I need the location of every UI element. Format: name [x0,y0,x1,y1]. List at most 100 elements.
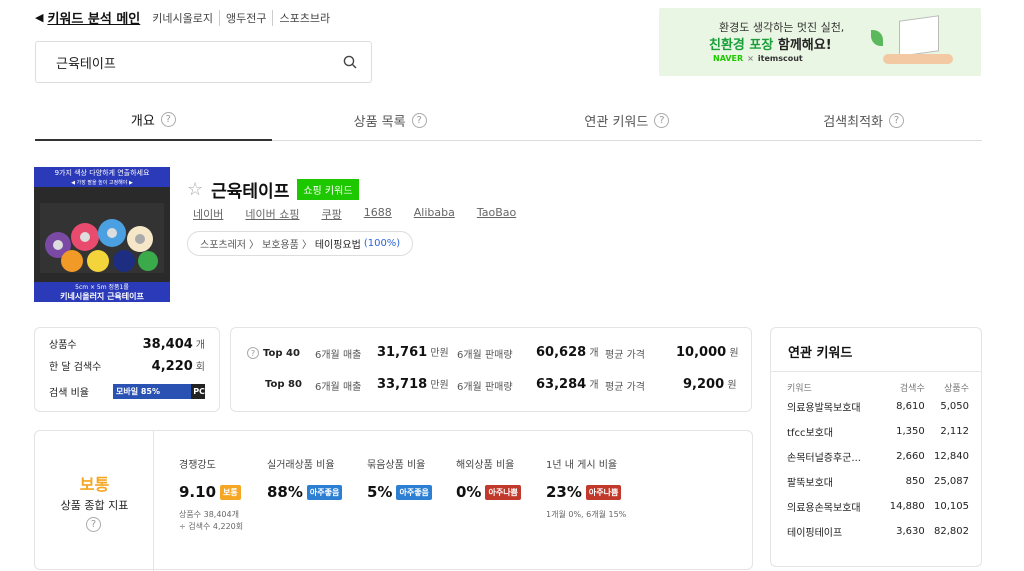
product-cell: 12,840 [934,451,969,462]
keyword-analysis-main-link[interactable]: 키워드 분석 메인 [47,8,140,27]
keyword-cell[interactable]: 손목터널증후군... [787,444,880,469]
table-row[interactable]: 팔뚝보호대 850 25,087 [787,469,969,494]
search-count-value: 4,220 [151,359,193,374]
help-icon[interactable]: ? [160,112,176,127]
chevron-right-icon: 〉 [301,240,312,251]
help-icon[interactable]: ? [654,112,670,128]
metric-bundle: 묶음상품 비율 5% 아주좋음 [367,456,432,501]
category-3: 테이핑요법 [314,240,361,251]
product-cell: 25,087 [934,476,969,487]
tab-label: 개요 [130,114,155,129]
table-row[interactable]: 의료용손목보호대 14,880 10,105 [787,494,969,519]
search-count-label: 한 달 검색수 [49,362,102,373]
table-row[interactable]: 의료용발목보호대 8,610 5,050 [787,394,969,419]
top40-sales-number: 31,761 [377,345,428,360]
product-image-bottom-text-2: 키네시올러지 근육테이프 [60,292,144,301]
link-1688[interactable]: 1688 [364,206,392,222]
keyword-cell[interactable]: 팔뚝보호대 [787,469,880,494]
metric-overseas: 해외상품 비율 0% 아주나쁨 [456,456,521,501]
help-icon[interactable]: ? [86,517,101,532]
help-icon[interactable]: ? [889,112,905,128]
col-product-count: 상품수 [944,383,969,394]
product-image-top-banner: 9가지 색상 다양하게 연출하세요 ◀ 가장 팔을 높이 고정해야 ▶ [34,167,170,187]
top40-sales-value: 31,761 만원 [377,344,449,360]
mobile-ratio: 모바일 85% [113,383,192,399]
product-image[interactable]: 9가지 색상 다양하게 연출하세요 ◀ 가장 팔을 높이 고정해야 ▶ 5cm … [34,167,170,302]
link-alibaba[interactable]: Alibaba [414,206,455,222]
metric-badge: 아주좋음 [396,484,432,500]
search-icon[interactable] [343,55,357,69]
product-image-bottom-banner: 5cm × 5m 정품1롤 키네시올러지 근육테이프 [34,282,170,302]
recent-keyword-link[interactable]: 앵두전구 [218,9,272,26]
keyword-stats-card: 상품수 38,404 개 한 달 검색수 4,220 회 검색 비율 모바일 85%… [34,327,220,412]
top80-row: Top 80 [265,379,302,390]
top80-sales: 6개월 매출 [315,378,361,393]
tab-overview[interactable]: 개요? [35,100,272,141]
table-row[interactable]: tfcc보호대 1,350 2,112 [787,419,969,444]
tab-seo[interactable]: 검색최적화? [745,100,982,140]
table-row[interactable]: 손목터널증후군... 2,660 12,840 [787,444,969,469]
metric-value-row: 88% 아주좋음 [267,483,343,501]
metric-label: 해외상품 비율 [456,460,515,471]
chevron-right-icon: 〉 [249,240,259,251]
related-keywords-panel: 연관 키워드 키워드 검색수 상품수 의료용발목보호대 8,610 5,050 tf… [770,327,982,567]
marketplace-links: 네이버 네이버 쇼핑 쿠팡 1688 Alibaba TaoBao [193,206,516,222]
metric-value-row: 5% 아주좋음 [367,483,432,501]
link-taobao[interactable]: TaoBao [477,206,516,222]
metric-badge: 아주나쁨 [585,484,622,500]
metric-value-row: 23% 아주나쁨 [546,483,626,501]
product-count-value: 38,404 [142,337,193,352]
keyword-cell[interactable]: tfcc보호대 [787,419,880,444]
top40-qty-value: 60,628 개 [536,344,599,360]
sales-label: 6개월 매출 [315,350,362,361]
unit: 원 [727,380,737,391]
top-sales-card: ? Top 40 Top 80 6개월 매출 31,761 만원 6개월 판매량… [230,327,752,412]
naver-logo: NAVER [713,54,744,63]
search-input[interactable]: 근육테이프 [35,41,372,83]
col-keyword: 키워드 [787,383,812,394]
metric-value: 5% [367,483,393,501]
table-row[interactable]: 테이핑테이프 3,630 82,802 [787,519,969,544]
breadcrumb: ◀ 키워드 분석 메인 키네시올로지 앵두전구 스포츠브라 [35,8,336,27]
back-arrow-icon[interactable]: ◀ [35,11,43,24]
metric-real-trade: 실거래상품 비율 88% 아주좋음 [267,456,343,501]
pc-ratio: PC 15% [191,383,212,411]
product-image-top-text-1: 9가지 색상 다양하게 연출하세요 [54,169,150,177]
top40-sales: 6개월 매출 [315,346,361,361]
top40-label: Top 40 [263,347,300,359]
search-ratio-bar: 모바일 85% PC 15% [113,383,212,411]
search-cell: 2,660 [896,451,925,462]
metric-note-line1: 상품수 38,404개 [179,510,239,519]
help-icon[interactable]: ? [247,347,259,359]
metric-value: 88% [267,483,303,501]
recent-keyword-link[interactable]: 스포츠브라 [272,9,336,26]
product-image-bottom-text-1: 5cm × 5m 정품1롤 [75,284,129,291]
product-count-label: 상품수 [49,340,77,351]
tab-related-keywords[interactable]: 연관 키워드? [509,100,746,140]
top80-price-value: 9,200 원 [683,376,737,392]
star-icon[interactable]: ☆ [187,179,203,200]
product-count-unit: 개 [195,340,205,351]
tab-product-list[interactable]: 상품 목록? [272,100,509,140]
search-ratio-row: 검색 비율 모바일 85% PC 15% [49,380,212,411]
link-coupang[interactable]: 쿠팡 [321,206,341,222]
top40-qty: 6개월 판매량 [457,346,513,361]
overall-grade: 보통 상품 종합 지표 ? [35,431,154,571]
col-search-count: 검색수 [899,383,925,394]
keyword-cell[interactable]: 테이핑테이프 [787,519,880,544]
product-image-top-text-2: ◀ 가장 팔을 높이 고정해야 ▶ [71,180,133,186]
keyword-cell[interactable]: 의료용손목보호대 [787,494,880,519]
qty-label: 6개월 판매량 [457,382,513,393]
related-keywords-title: 연관 키워드 [788,346,853,361]
help-icon[interactable]: ? [411,112,427,128]
metric-badge: 아주좋음 [306,484,343,500]
keyword-cell[interactable]: 의료용발목보호대 [787,394,880,419]
eco-packaging-banner[interactable]: 환경도 생각하는 멋진 실천, 친환경 포장 함께해요! NAVER × ite… [659,8,981,76]
unit: 만원 [430,380,449,391]
link-naver[interactable]: 네이버 [193,206,223,222]
metric-label: 경쟁강도 [179,460,216,471]
recent-keyword-link[interactable]: 키네시올로지 [152,10,219,26]
product-count-row: 상품수 38,404 개 [49,336,205,358]
metric-value: 23% [546,483,582,501]
link-naver-shopping[interactable]: 네이버 쇼핑 [245,206,299,222]
